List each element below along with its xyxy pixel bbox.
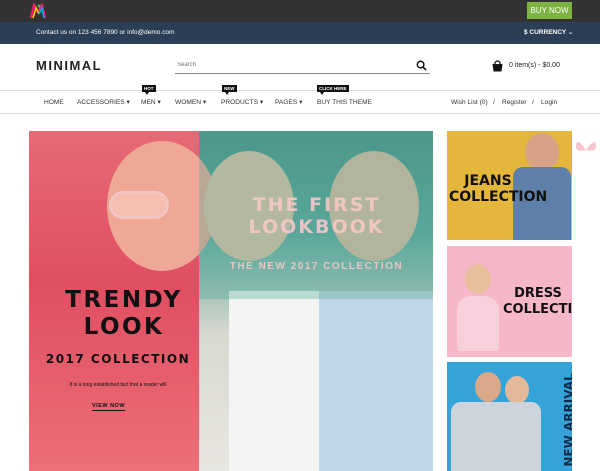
- model-dress: [457, 296, 499, 351]
- wishlist-link[interactable]: Wish List (0): [451, 91, 488, 114]
- nav-item-buy-theme[interactable]: BUY THIS THEME: [317, 91, 372, 114]
- lookbook-title: THE FIRST LOOKBOOK: [248, 194, 385, 238]
- click-here-badge: CLICK HERE: [317, 85, 349, 95]
- header: MINIMAL 0 item(s) - $0.00: [0, 44, 600, 90]
- brand-logo[interactable]: MINIMAL: [36, 58, 102, 73]
- jeans-collection-banner[interactable]: JEANS COLLECTION: [447, 131, 572, 240]
- cart-summary[interactable]: 0 item(s) - $0.00: [509, 62, 560, 69]
- currency-selector[interactable]: $ CURRENCY ⌄: [524, 22, 573, 44]
- lookbook-subtitle: THE NEW 2017 COLLECTION: [229, 261, 404, 272]
- butterfly-icon: [575, 141, 597, 151]
- view-now-link[interactable]: VIEW NOW: [92, 403, 126, 411]
- nav-separator: /: [493, 99, 495, 106]
- info-bar: Contact us on 123 456 7890 or info@demo.…: [0, 22, 600, 44]
- nav-item-home[interactable]: HOME: [44, 91, 64, 114]
- model-shirt: [229, 291, 319, 471]
- new-badge: NEW: [222, 85, 237, 95]
- model-face: [475, 372, 501, 402]
- hero-heading: TRENDY LOOK: [65, 287, 183, 340]
- search-input[interactable]: [175, 57, 430, 74]
- new-arrival-banner[interactable]: NEW ARRIVAL: [447, 362, 572, 471]
- buy-now-button[interactable]: BUY NOW: [527, 2, 572, 19]
- hero-description: It is a long established fact that a rea…: [69, 382, 167, 388]
- contact-info: Contact us on 123 456 7890 or info@demo.…: [36, 29, 175, 36]
- sunglasses-image: [109, 191, 169, 219]
- cart-icon[interactable]: [491, 60, 504, 72]
- jeans-label: JEANS COLLECTION: [449, 173, 548, 205]
- models-outfits: [451, 402, 541, 471]
- nav-item-pages[interactable]: PAGES ▾: [275, 91, 302, 114]
- dress-collection-banner[interactable]: DRESS COLLECTION: [447, 246, 572, 357]
- hot-badge: HOT: [142, 85, 156, 95]
- login-link[interactable]: Login: [541, 91, 557, 114]
- nav-separator: /: [532, 99, 534, 106]
- model-face: [525, 133, 559, 171]
- search-icon[interactable]: [416, 60, 427, 71]
- dress-label: DRESS COLLECTION: [503, 286, 572, 317]
- nav-item-accessories[interactable]: ACCESSORIES ▾: [77, 91, 130, 114]
- hero-banner[interactable]: THE FIRST LOOKBOOK THE NEW 2017 COLLECTI…: [29, 131, 433, 471]
- register-link[interactable]: Register: [502, 91, 527, 114]
- logo-icon[interactable]: [30, 3, 48, 19]
- hero-subheading: 2017 COLLECTION: [45, 352, 191, 366]
- main-nav: HOME ACCESSORIES ▾ MEN ▾ HOT WOMEN ▾ PRO…: [0, 85, 600, 114]
- new-arrival-label: NEW ARRIVAL: [562, 373, 572, 467]
- model-jacket: [319, 291, 433, 471]
- model-face: [505, 376, 529, 404]
- nav-item-men[interactable]: MEN ▾: [141, 91, 161, 114]
- model-face: [465, 264, 491, 294]
- top-bar: BUY NOW: [0, 0, 600, 22]
- nav-item-women[interactable]: WOMEN ▾: [175, 91, 206, 114]
